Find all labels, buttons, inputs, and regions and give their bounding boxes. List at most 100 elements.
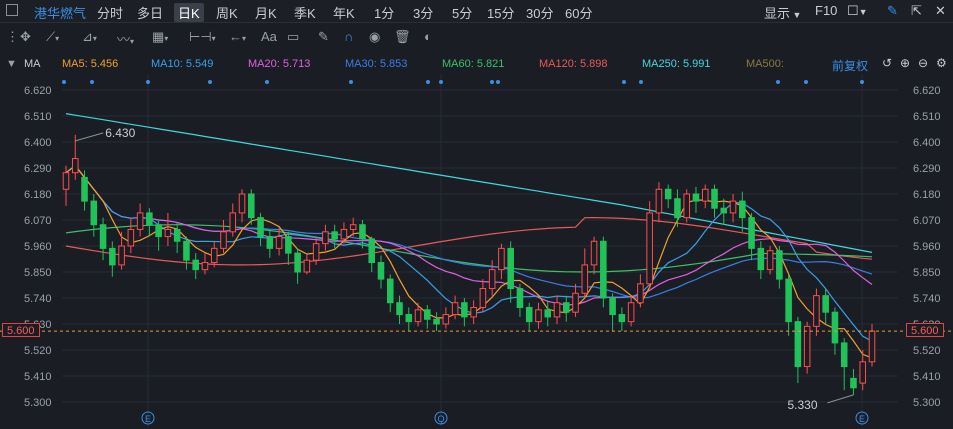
candle-body [340,228,348,240]
close-icon[interactable]: ✕ [935,3,946,19]
candle-body [164,228,172,238]
candle-body [868,330,876,363]
comment-icon[interactable]: ▭ [287,29,299,45]
y-tick-label-left: 5.300 [24,397,52,409]
candle-body [562,302,570,313]
candle-body [664,188,672,200]
magnet-icon[interactable]: ∩ [344,29,353,44]
zoom-out-icon[interactable]: ⊖ [918,56,928,70]
f10-button[interactable]: F10 [815,3,837,18]
collapse-icon[interactable]: ▼ [6,58,17,70]
kline-chart[interactable]: 6.620 6.620 6.510 6.510 6.400 6.400 6.290 6.290… [0,74,953,426]
candle-body [859,361,867,384]
ma-label[interactable]: MA [24,58,41,70]
candle-body [627,302,635,323]
pen-icon[interactable]: ✎ [887,3,898,19]
grid-tool-icon[interactable]: ▦▾ [152,29,168,45]
y-tick-label-left: 6.400 [24,137,52,149]
y-tick-label-left: 5.960 [24,241,52,253]
candle-body [368,238,376,264]
candle-body [183,240,190,261]
sidebar-toggle-icon[interactable] [6,4,18,16]
show-menu[interactable]: 显示 ▼ [764,3,801,22]
ma-legend: ▼ MA MA5: 5.456 MA10: 5.549 MA20: 5.713 … [0,56,953,74]
event-dot-icon [776,80,780,84]
tab-timeframe[interactable]: 月K [255,3,277,22]
eye-icon[interactable]: ◉ [369,29,380,45]
stock-name[interactable]: 港华燃气 [34,3,86,22]
ma20-value: MA20: 5.713 [248,58,311,70]
event-marker-label: E [859,414,865,424]
candle-body [757,247,765,271]
undo-icon[interactable]: ↺ [882,56,892,70]
top-bar: 港华燃气 分时 多日 日K 周K 月K 季K 年K 1分 3分 5分 15分 3… [0,0,953,23]
candle-body [127,228,135,247]
tab-timeframe[interactable]: 分时 [97,3,123,22]
y-tick-label-left: 6.180 [24,189,52,201]
candle-body [312,243,320,261]
tab-timeframe[interactable]: 30分 [526,3,553,22]
cursor-icon[interactable]: ⇱ [911,3,922,19]
y-tick-label-right: 6.400 [913,137,941,149]
tab-timeframe[interactable]: 年K [333,3,355,22]
candle-body [729,200,737,214]
tab-timeframe[interactable]: 多日 [137,3,163,22]
candle-body [850,377,857,389]
y-tick-label-right: 5.960 [913,241,941,253]
candle-body [442,314,450,325]
candle-body [609,297,616,316]
tab-timeframe[interactable]: 周K [216,3,238,22]
tab-timeframe-active[interactable]: 日K [174,3,204,22]
low-annotation: 5.330 [787,398,817,412]
candle-body [692,193,700,202]
channel-tool-icon[interactable]: ⊿▾ [82,29,97,45]
event-dot-icon [804,80,808,84]
candle-body [331,231,338,240]
candle-body [618,314,626,323]
current-price-tag-right: 5.600 [906,323,944,337]
candle-body [590,240,598,266]
settings-gear-icon[interactable]: ⚙ [936,56,947,70]
text-tool-icon[interactable]: Aa [261,29,277,44]
ma250-value: MA250: 5.991 [642,58,711,70]
candle-body [90,200,98,226]
drag-handle-icon[interactable]: ⋮ [6,29,19,45]
y-tick-label-right: 5.520 [913,345,941,357]
range-tool-icon[interactable]: ⊢⊣▾ [189,29,216,45]
candle-body [600,240,607,299]
arrow-tool-icon[interactable]: ←▾ [229,29,246,44]
candle-body [396,302,403,316]
trash-icon[interactable]: 🗑 [394,29,411,45]
line-tool-icon[interactable]: ⟋▾ [46,29,59,45]
candle-body [674,198,681,219]
candle-body [285,236,292,254]
candle-body [81,176,88,202]
candle-body [655,188,663,214]
candle-body [720,207,728,214]
tab-timeframe[interactable]: 3分 [413,3,433,22]
ma5-value: MA5: 5.456 [62,58,119,70]
move-icon[interactable]: ✥ [20,29,31,45]
toggle-icon[interactable]: ◐ [424,29,432,44]
wave-tool-icon[interactable]: 〰▾ [117,29,134,48]
candle-body [637,283,644,304]
y-tick-label-left: 6.510 [24,111,52,123]
tab-timeframe[interactable]: 60分 [565,3,592,22]
event-marker-label: E [145,414,151,424]
adjust-button[interactable]: 前复权 [832,57,868,74]
candle-body [238,193,246,214]
candle-body [146,212,153,226]
layout-icon[interactable]: ☐▼ [847,3,868,19]
tab-timeframe[interactable]: 1分 [374,3,394,22]
tab-timeframe[interactable]: 5分 [452,3,472,22]
event-dot-icon [639,80,643,84]
y-tick-label-right: 5.300 [913,397,941,409]
y-tick-label-right: 5.850 [913,267,941,279]
y-tick-label-left: 5.410 [24,371,52,383]
tab-timeframe[interactable]: 季K [294,3,316,22]
tab-timeframe[interactable]: 15分 [487,3,514,22]
candle-body [479,288,487,308]
eraser-icon[interactable]: ✎ [318,29,329,45]
candle-body [507,247,514,290]
zoom-in-icon[interactable]: ⊕ [900,56,910,70]
